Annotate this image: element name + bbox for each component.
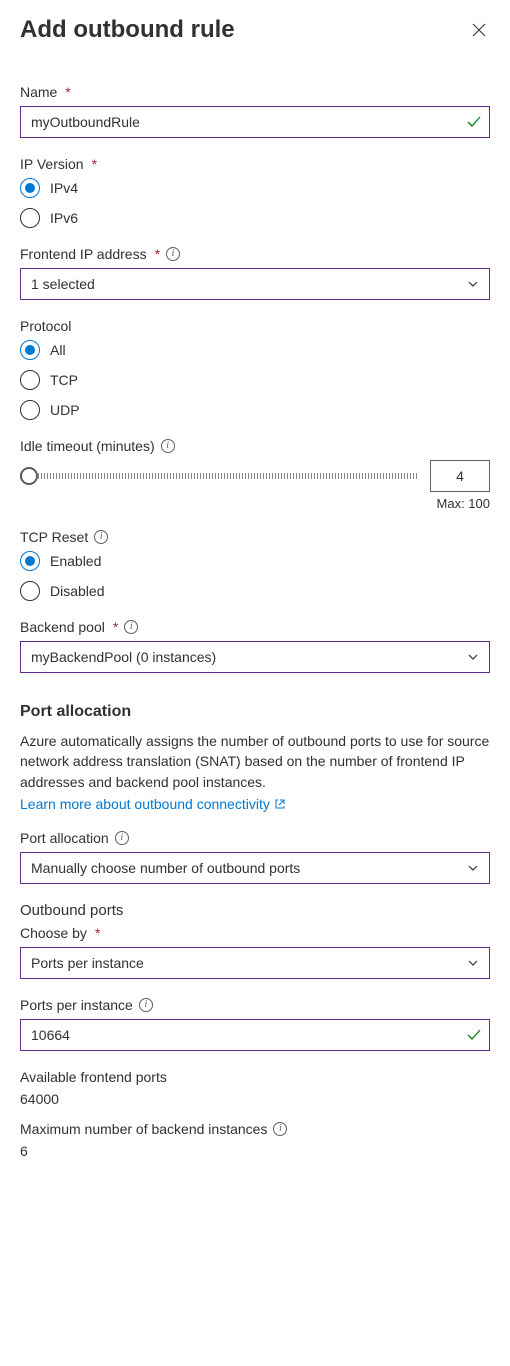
idle-timeout-max: Max: 100 <box>20 496 490 511</box>
backend-pool-label: Backend pool* i <box>20 619 490 635</box>
learn-more-link[interactable]: Learn more about outbound connectivity <box>20 796 286 812</box>
port-allocation-desc: Azure automatically assigns the number o… <box>20 731 490 792</box>
slider-thumb[interactable] <box>20 467 38 485</box>
required-asterisk: * <box>65 84 70 100</box>
protocol-label: Protocol <box>20 318 490 334</box>
chevron-down-icon <box>467 651 479 663</box>
radio-selected-icon <box>20 340 40 360</box>
ip-version-label: IP Version* <box>20 156 490 172</box>
protocol-tcp-radio[interactable]: TCP <box>20 370 490 390</box>
port-allocation-section-title: Port allocation <box>20 703 490 721</box>
close-button[interactable] <box>468 19 490 41</box>
available-frontend-ports-label: Available frontend ports <box>20 1069 490 1085</box>
ports-per-instance-label: Ports per instance i <box>20 997 490 1013</box>
frontend-ip-select[interactable]: 1 selected <box>20 268 490 300</box>
max-backend-instances-label: Maximum number of backend instances i <box>20 1121 490 1137</box>
chevron-down-icon <box>467 278 479 290</box>
radio-unselected-icon <box>20 370 40 390</box>
info-icon[interactable]: i <box>115 831 129 845</box>
info-icon[interactable]: i <box>161 439 175 453</box>
protocol-udp-radio[interactable]: UDP <box>20 400 490 420</box>
info-icon[interactable]: i <box>139 998 153 1012</box>
chevron-down-icon <box>467 957 479 969</box>
choose-by-label: Choose by* <box>20 925 490 941</box>
info-icon[interactable]: i <box>94 530 108 544</box>
max-backend-instances-value: 6 <box>20 1143 490 1159</box>
radio-label: All <box>50 342 66 358</box>
select-value: myBackendPool (0 instances) <box>31 649 216 665</box>
idle-timeout-slider[interactable] <box>20 473 418 479</box>
idle-timeout-label: Idle timeout (minutes) i <box>20 438 490 454</box>
port-allocation-label: Port allocation i <box>20 830 490 846</box>
required-asterisk: * <box>92 156 97 172</box>
ip-version-ipv6-radio[interactable]: IPv6 <box>20 208 490 228</box>
required-asterisk: * <box>155 246 160 262</box>
info-icon[interactable]: i <box>124 620 138 634</box>
required-asterisk: * <box>113 619 118 635</box>
radio-label: IPv4 <box>50 180 78 196</box>
tcp-reset-disabled-radio[interactable]: Disabled <box>20 581 490 601</box>
radio-label: Disabled <box>50 583 104 599</box>
radio-label: TCP <box>50 372 78 388</box>
info-icon[interactable]: i <box>166 247 180 261</box>
radio-unselected-icon <box>20 581 40 601</box>
radio-selected-icon <box>20 178 40 198</box>
radio-label: Enabled <box>50 553 101 569</box>
select-value: Ports per instance <box>31 955 144 971</box>
radio-label: UDP <box>50 402 80 418</box>
tcp-reset-enabled-radio[interactable]: Enabled <box>20 551 490 571</box>
select-value: Manually choose number of outbound ports <box>31 860 300 876</box>
checkmark-icon <box>466 114 482 130</box>
backend-pool-select[interactable]: myBackendPool (0 instances) <box>20 641 490 673</box>
required-asterisk: * <box>95 925 100 941</box>
frontend-ip-label: Frontend IP address* i <box>20 246 490 262</box>
select-value: 1 selected <box>31 276 95 292</box>
choose-by-select[interactable]: Ports per instance <box>20 947 490 979</box>
info-icon[interactable]: i <box>273 1122 287 1136</box>
ports-per-instance-input[interactable] <box>20 1019 490 1051</box>
radio-selected-icon <box>20 551 40 571</box>
close-icon <box>472 23 486 37</box>
idle-timeout-value[interactable]: 4 <box>430 460 490 492</box>
protocol-all-radio[interactable]: All <box>20 340 490 360</box>
port-allocation-select[interactable]: Manually choose number of outbound ports <box>20 852 490 884</box>
chevron-down-icon <box>467 862 479 874</box>
ip-version-ipv4-radio[interactable]: IPv4 <box>20 178 490 198</box>
external-link-icon <box>274 798 286 810</box>
available-frontend-ports-value: 64000 <box>20 1091 490 1107</box>
radio-label: IPv6 <box>50 210 78 226</box>
tcp-reset-label: TCP Reset i <box>20 529 490 545</box>
name-input[interactable] <box>20 106 490 138</box>
radio-unselected-icon <box>20 208 40 228</box>
page-title: Add outbound rule <box>20 16 235 44</box>
checkmark-icon <box>466 1027 482 1043</box>
outbound-ports-section-title: Outbound ports <box>20 902 490 919</box>
name-label: Name* <box>20 84 490 100</box>
radio-unselected-icon <box>20 400 40 420</box>
